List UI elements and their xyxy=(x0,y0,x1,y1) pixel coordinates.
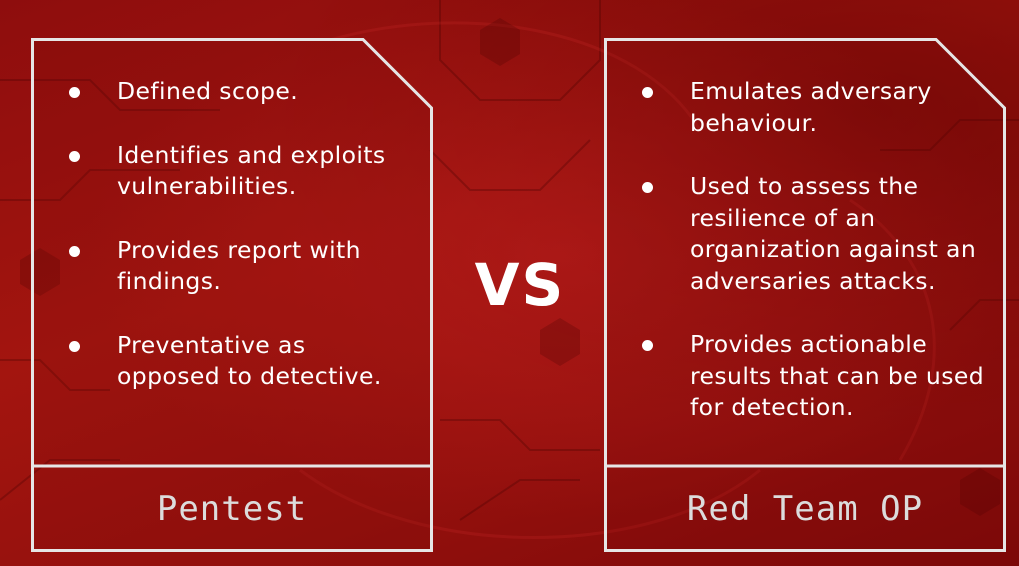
bullet-item: Emulates adversary behaviour. xyxy=(604,76,990,139)
pentest-title: Pentest xyxy=(156,489,308,529)
red-team-card: Emulates adversary behaviour. Used to as… xyxy=(604,38,1006,552)
vs-label: VS xyxy=(474,251,566,319)
bullet-item: Provides report with findings. xyxy=(31,235,399,298)
bullet-item: Identifies and exploits vulnerabilities. xyxy=(31,140,399,203)
bullet-text: Used to assess the resilience of an orga… xyxy=(690,172,977,295)
bullet-text: Defined scope. xyxy=(117,77,299,105)
bullet-dot-icon xyxy=(642,87,653,98)
bullet-text: Preventative as opposed to detective. xyxy=(117,330,382,391)
bullet-dot-icon xyxy=(642,182,653,193)
pentest-bullet-list: Defined scope. Identifies and exploits v… xyxy=(31,76,399,425)
bullet-text: Provides report with findings. xyxy=(117,235,361,296)
bullet-text: Emulates adversary behaviour. xyxy=(690,77,932,137)
bullet-dot-icon xyxy=(642,340,653,351)
bullet-item: Preventative as opposed to detective. xyxy=(31,330,399,393)
red-team-bullet-list: Emulates adversary behaviour. Used to as… xyxy=(604,76,990,456)
bullet-dot-icon xyxy=(69,245,80,257)
red-team-title: Red Team OP xyxy=(686,489,924,529)
bullet-dot-icon xyxy=(69,340,80,352)
bullet-item: Used to assess the resilience of an orga… xyxy=(604,171,990,297)
bullet-dot-icon xyxy=(69,87,80,98)
pentest-card: Defined scope. Identifies and exploits v… xyxy=(31,38,433,552)
bullet-text: Provides actionable results that can be … xyxy=(690,330,985,421)
bullet-item: Defined scope. xyxy=(31,76,399,108)
bullet-text: Identifies and exploits vulnerabilities. xyxy=(117,140,386,201)
bullet-item: Provides actionable results that can be … xyxy=(604,329,990,424)
bullet-dot-icon xyxy=(69,150,80,162)
